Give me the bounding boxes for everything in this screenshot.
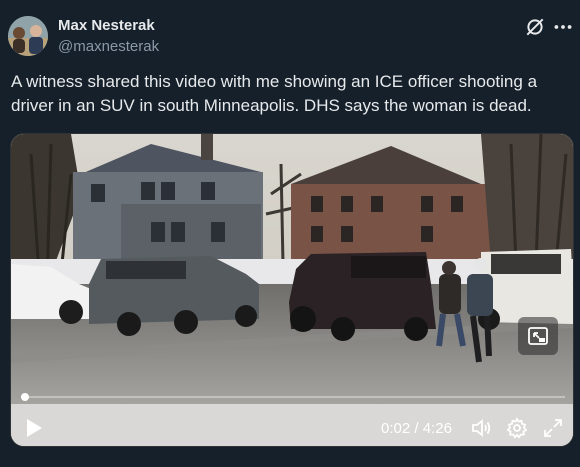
- author-handle[interactable]: @maxnesterak: [58, 38, 159, 55]
- play-button[interactable]: [23, 417, 43, 439]
- settings-button[interactable]: [506, 417, 528, 439]
- video-player[interactable]: 0:02 / 4:26: [10, 133, 574, 447]
- fullscreen-button[interactable]: [542, 417, 564, 439]
- total-duration: 4:26: [422, 420, 452, 437]
- grok-icon[interactable]: [524, 16, 544, 36]
- gear-icon: [506, 417, 528, 439]
- volume-icon: [472, 419, 491, 437]
- playback-time: 0:02 / 4:26: [381, 420, 452, 437]
- pip-button[interactable]: [518, 317, 558, 355]
- play-icon: [27, 419, 42, 437]
- more-icon[interactable]: [552, 16, 572, 36]
- author-name[interactable]: Max Nesterak: [58, 17, 155, 34]
- progress-bar[interactable]: [21, 393, 565, 401]
- picture-in-picture-icon: [528, 327, 548, 345]
- post-text: A witness shared this video with me show…: [11, 72, 538, 115]
- elapsed-time: 0:02: [381, 420, 411, 437]
- video-frame: [11, 134, 573, 446]
- volume-button[interactable]: [470, 417, 492, 439]
- post-header: Max Nesterak @maxnesterak: [8, 14, 572, 58]
- fullscreen-icon: [544, 419, 562, 437]
- time-separator: /: [410, 420, 423, 437]
- avatar[interactable]: [8, 16, 48, 56]
